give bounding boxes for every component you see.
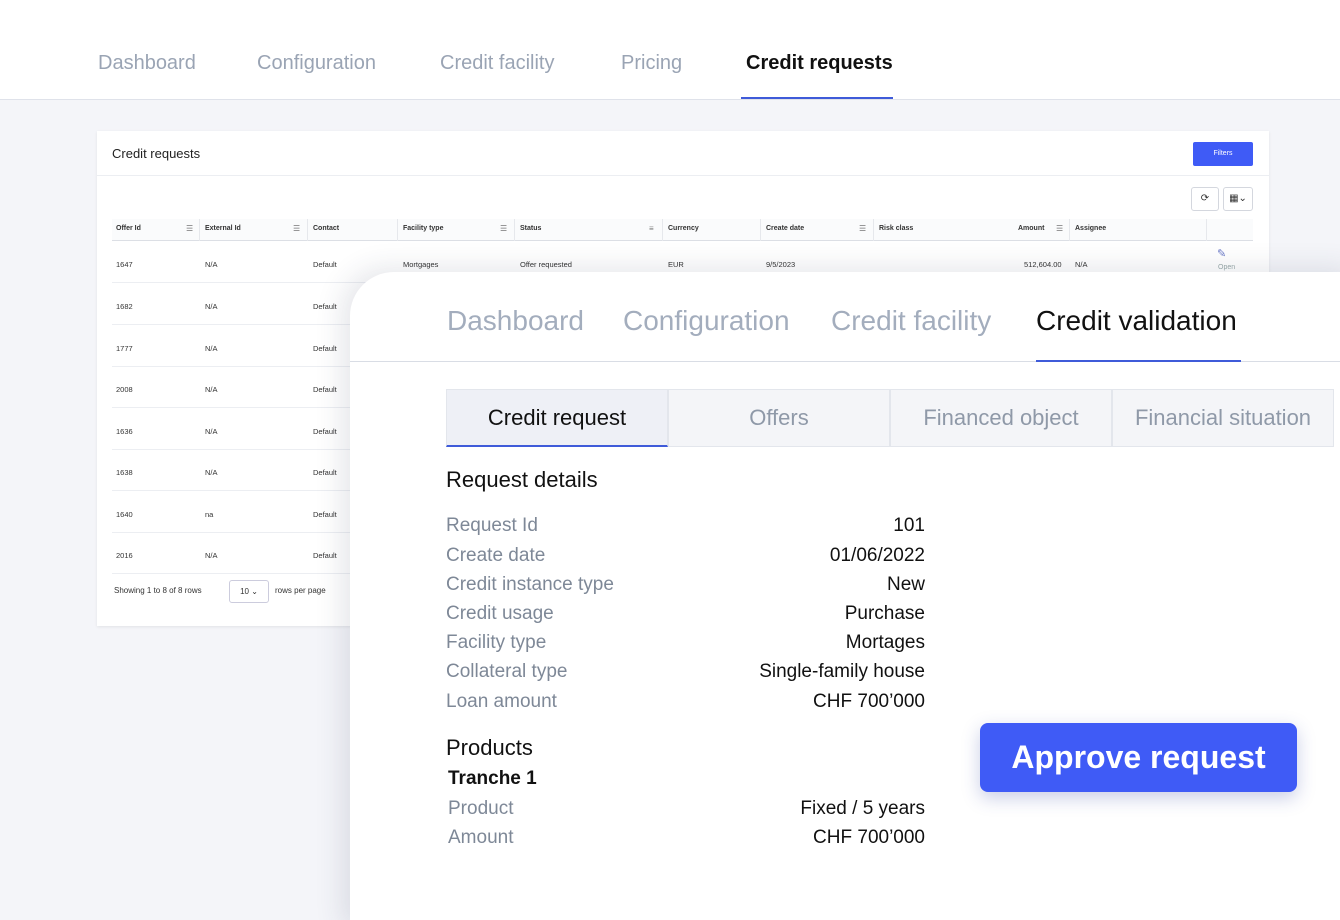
detail-label: Create date [446,545,546,566]
cell-contact: Default [313,427,337,436]
cell-facility-type: Mortgages [403,260,439,269]
product-value: Fixed / 5 years [800,798,925,819]
detail-label: Request Id [446,515,538,536]
subtab-offers[interactable]: Offers [668,389,890,447]
bg-tab-configuration[interactable]: Configuration [257,52,376,75]
cell-offer-id: 2016 [116,551,133,560]
column-menu-icon[interactable]: ☰ [1056,224,1063,233]
chevron-down-icon: ⌄ [251,587,258,596]
edit-icon[interactable]: ✎ [1217,247,1226,260]
cell-external-id: N/A [205,427,218,436]
th-status[interactable]: Status [520,225,541,232]
column-menu-icon[interactable]: ☰ [293,224,300,233]
th-create-date[interactable]: Create date [766,225,804,232]
cell-offer-id: 1636 [116,427,133,436]
pagination-summary: Showing 1 to 8 of 8 rows [114,586,202,595]
th-offer-id[interactable]: Offer Id [116,225,141,232]
cell-status: Offer requested [520,260,572,269]
detail-label: Loan amount [446,691,557,712]
sort-icon[interactable]: ≡ [649,224,654,233]
th-currency[interactable]: Currency [668,225,699,232]
cell-create-date: 9/5/2023 [766,260,796,269]
card-title: Credit requests [112,146,201,161]
th-contact[interactable]: Contact [313,225,339,232]
cell-contact: Default [313,260,337,269]
tab-credit-facility[interactable]: Credit facility [831,305,991,337]
open-link[interactable]: Open [1218,264,1235,271]
th-amount[interactable]: Amount [1018,225,1044,232]
th-facility-type[interactable]: Facility type [403,225,443,232]
detail-value: New [886,574,925,595]
bg-tab-credit-facility[interactable]: Credit facility [440,52,554,75]
credit-validation-panel: Dashboard Configuration Credit facility … [350,272,1340,920]
cell-external-id: N/A [205,468,218,477]
cell-offer-id: 1777 [116,344,133,353]
detail-label: Collateral type [446,661,568,682]
cell-external-id: N/A [205,260,218,269]
subtab-financial-situation[interactable]: Financial situation [1112,389,1334,447]
cell-external-id: N/A [205,302,218,311]
bg-active-tab-underline [741,97,893,99]
cell-contact: Default [313,468,337,477]
cell-contact: Default [313,302,337,311]
filters-button[interactable]: Filters [1193,142,1253,166]
bg-tab-pricing[interactable]: Pricing [621,52,682,75]
detail-value: Mortages [845,632,925,653]
background-top-nav: Dashboard Configuration Credit facility … [0,0,1340,100]
cell-external-id: N/A [205,551,218,560]
detail-value: Purchase [844,603,925,624]
cell-external-id: N/A [205,344,218,353]
amount-value: CHF 700’000 [813,827,925,848]
cell-external-id: N/A [205,385,218,394]
bg-tab-dashboard[interactable]: Dashboard [98,52,196,75]
request-details-title: Request details [446,467,598,492]
tab-configuration[interactable]: Configuration [623,305,790,337]
cell-offer-id: 2008 [116,385,133,394]
cell-currency: EUR [668,260,684,269]
approve-request-button[interactable]: Approve request [980,723,1297,792]
table-header: Offer Id ☰ External Id ☰ Contact Facilit… [112,219,1253,241]
th-risk-class[interactable]: Risk class [879,225,913,232]
rows-per-page-select[interactable]: 10 ⌄ [229,580,269,603]
cell-contact: Default [313,510,337,519]
detail-value: 01/06/2022 [829,545,925,566]
detail-value: 101 [893,515,925,536]
tranche-title: Tranche 1 [448,768,537,789]
rows-per-page-label: rows per page [275,586,326,595]
tab-dashboard[interactable]: Dashboard [447,305,584,337]
columns-toggle-icon[interactable]: ▦⌄ [1223,187,1253,211]
cell-contact: Default [313,344,337,353]
cell-assignee: N/A [1075,260,1088,269]
detail-value: CHF 700’000 [813,691,925,712]
cell-amount: 512,604.00 [1024,260,1062,269]
detail-value: Single-family house [759,661,925,682]
cell-offer-id: 1640 [116,510,133,519]
cell-offer-id: 1647 [116,260,133,269]
detail-label: Credit instance type [446,574,614,595]
products-title: Products [446,735,533,760]
column-menu-icon[interactable]: ☰ [186,224,193,233]
subtab-credit-request[interactable]: Credit request [446,389,668,447]
cell-contact: Default [313,551,337,560]
cell-offer-id: 1682 [116,302,133,311]
column-menu-icon[interactable]: ☰ [859,224,866,233]
th-external-id[interactable]: External Id [205,225,241,232]
cell-external-id: na [205,510,214,519]
amount-label: Amount [448,827,514,848]
bg-tab-credit-requests[interactable]: Credit requests [746,52,893,75]
cell-offer-id: 1638 [116,468,133,477]
column-menu-icon[interactable]: ☰ [500,224,507,233]
detail-label: Facility type [446,632,547,653]
cell-contact: Default [313,385,337,394]
card-divider [97,175,1269,176]
refresh-icon[interactable]: ⟳ [1191,187,1219,211]
tab-credit-validation[interactable]: Credit validation [1036,305,1237,337]
active-tab-underline [1036,360,1241,362]
product-label: Product [448,798,514,819]
subtab-financed-object[interactable]: Financed object [890,389,1112,447]
page-size-value: 10 [240,587,249,596]
detail-label: Credit usage [446,603,554,624]
th-assignee[interactable]: Assignee [1075,225,1106,232]
